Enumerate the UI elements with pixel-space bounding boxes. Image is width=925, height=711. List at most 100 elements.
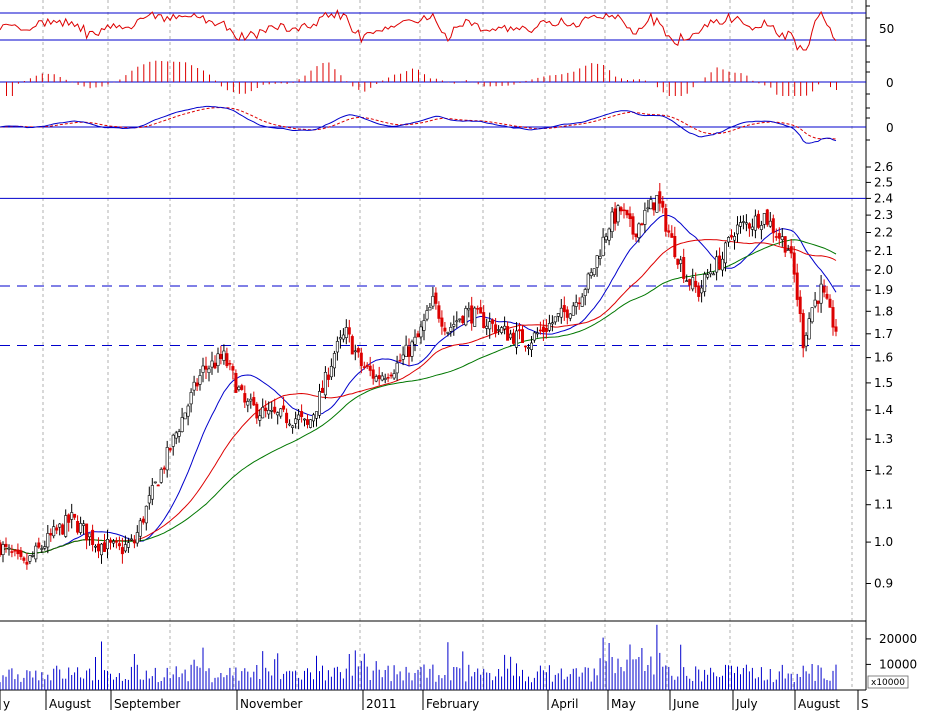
- candle-body: [323, 371, 327, 396]
- candle-body: [353, 350, 357, 353]
- candle-body: [816, 300, 820, 304]
- candle-body: [715, 256, 719, 273]
- price-tick-label: 1.1: [874, 498, 893, 512]
- candle-body: [434, 292, 438, 304]
- histogram-bar: [555, 75, 557, 82]
- histogram-bar: [453, 82, 455, 84]
- candle-body: [526, 347, 530, 349]
- price-tick-label: 1.4: [874, 403, 893, 417]
- histogram-bar: [119, 79, 121, 82]
- histogram-bar: [686, 82, 688, 94]
- candle-body: [52, 526, 56, 537]
- candle-body: [819, 283, 823, 304]
- candle-body: [320, 387, 324, 393]
- histogram-bar: [185, 62, 187, 82]
- histogram-bar: [191, 65, 193, 82]
- histogram-bar: [53, 74, 55, 82]
- x-tick-label: June: [672, 697, 699, 711]
- candle-body: [744, 222, 748, 225]
- ma-mid-line: [0, 239, 837, 556]
- histogram-bar: [770, 82, 772, 88]
- candle-body: [165, 447, 169, 471]
- candle-body: [138, 520, 142, 537]
- candle-body: [374, 376, 378, 382]
- candle-body: [314, 411, 318, 419]
- candle-body: [446, 332, 450, 334]
- candle-body: [768, 220, 772, 227]
- histogram-bar: [537, 77, 539, 82]
- candle-body: [595, 255, 599, 268]
- candle-body: [419, 326, 423, 338]
- histogram-bar: [495, 82, 497, 87]
- histogram-bar: [513, 82, 515, 85]
- candle-body: [329, 365, 333, 378]
- candle-body: [517, 329, 521, 332]
- price-tick-label: 1.5: [874, 376, 893, 390]
- histogram-bar: [507, 82, 509, 86]
- histogram-bar: [41, 73, 43, 82]
- histogram-bar: [292, 82, 294, 83]
- histogram-bar: [370, 82, 372, 88]
- candle-body: [150, 485, 154, 500]
- candle-body: [431, 295, 435, 307]
- candle-body: [311, 414, 315, 422]
- histogram-bar: [597, 63, 599, 82]
- histogram-tick-label: 0: [886, 76, 894, 90]
- candle-body: [625, 209, 629, 216]
- candle-body: [300, 411, 304, 417]
- histogram-bar: [812, 82, 814, 92]
- candle-body: [70, 512, 74, 520]
- candle-body: [592, 268, 596, 276]
- volume-panel: [0, 624, 837, 690]
- candle-body: [64, 515, 68, 537]
- candle-body: [679, 259, 683, 264]
- histogram-bar: [633, 79, 634, 82]
- candle-body: [622, 209, 626, 212]
- histogram-bar: [615, 76, 617, 82]
- candle-body: [467, 307, 471, 311]
- macd-tick-label: 0: [886, 121, 894, 135]
- histogram-bar: [107, 82, 109, 85]
- histogram-bar: [638, 79, 640, 82]
- candle-body: [619, 207, 623, 212]
- histogram-bar: [179, 61, 181, 82]
- histogram-bar: [304, 75, 306, 82]
- candle-body: [735, 224, 739, 235]
- candle-body: [732, 236, 736, 241]
- histogram-bar: [340, 75, 342, 82]
- candle-body: [437, 305, 441, 319]
- candle-body: [85, 523, 89, 541]
- histogram-bar: [29, 78, 31, 82]
- candle-body: [771, 218, 775, 234]
- candle-body: [804, 334, 808, 347]
- candle-body: [392, 373, 396, 379]
- histogram-bar: [519, 82, 521, 83]
- candle-body: [750, 226, 754, 230]
- candle-body: [156, 484, 160, 487]
- candle-body: [344, 327, 348, 338]
- candle-body: [801, 313, 805, 349]
- histogram-bar: [83, 82, 85, 87]
- histogram-bar: [256, 82, 258, 88]
- candle-body: [305, 419, 309, 425]
- candle-body: [273, 406, 277, 413]
- candle-body: [706, 274, 710, 278]
- candle-body: [362, 366, 366, 368]
- candle-body: [634, 233, 638, 238]
- candle-body: [667, 230, 671, 233]
- candle-body: [589, 272, 593, 276]
- candle-body: [76, 520, 80, 533]
- candle-body: [380, 375, 384, 381]
- candle-body: [640, 223, 644, 226]
- candle-body: [279, 408, 283, 417]
- candle-body: [664, 208, 668, 232]
- candle-body: [356, 348, 360, 353]
- histogram-bar: [806, 82, 808, 96]
- histogram-bar: [621, 78, 622, 82]
- candle-body: [159, 468, 163, 483]
- candle-body: [228, 362, 232, 365]
- candle-body: [726, 237, 730, 243]
- candle-body: [503, 325, 507, 330]
- candle-body: [186, 405, 190, 417]
- histogram-bar: [800, 82, 802, 96]
